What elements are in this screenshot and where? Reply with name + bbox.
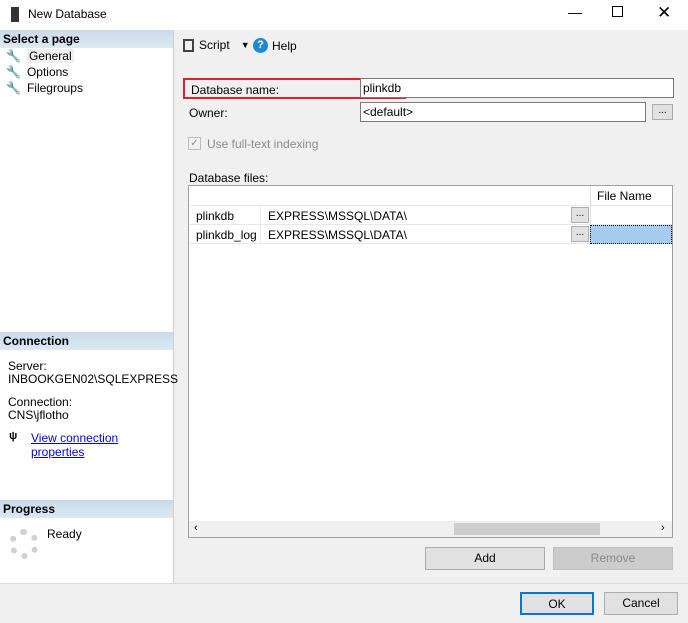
script-icon	[183, 38, 194, 52]
server-value: INBOOKGEN02\SQLEXPRESS	[8, 372, 179, 386]
scroll-left-icon[interactable]: ‹	[194, 522, 198, 534]
progress-status: Ready	[47, 527, 82, 541]
owner-browse-button[interactable]: ...	[652, 104, 673, 120]
owner-input[interactable]: <default>	[360, 102, 646, 122]
file-name-cell[interactable]	[590, 206, 672, 225]
wrench-icon: 🔧	[6, 81, 21, 95]
page-general[interactable]: 🔧 General	[6, 49, 74, 63]
fulltext-checkbox[interactable]: ✓ Use full-text indexing	[188, 137, 318, 151]
wrench-icon: 🔧	[6, 49, 21, 63]
remove-button[interactable]: Remove	[553, 547, 673, 570]
fulltext-label: Use full-text indexing	[207, 137, 319, 151]
connection-value: CNS\jflotho	[8, 408, 69, 422]
server-icon	[11, 7, 19, 22]
minimize-button[interactable]: —	[568, 4, 582, 20]
ok-button[interactable]: OK	[520, 592, 594, 615]
file-name-cell-selected[interactable]	[590, 225, 672, 244]
dropdown-arrow-icon[interactable]: ▼	[241, 40, 250, 50]
title-bar: New Database — ✕	[0, 0, 688, 30]
page-label: General	[26, 49, 74, 63]
path-cell: EXPRESS\MSSQL\DATA\	[260, 206, 414, 224]
select-page-header: Select a page	[0, 30, 173, 48]
help-label: Help	[272, 38, 297, 53]
page-label: Filegroups	[26, 81, 83, 95]
column-header-file-name[interactable]: File Name	[590, 186, 658, 206]
logical-name: plinkdb_log	[196, 228, 257, 242]
help-icon: ?	[253, 38, 268, 53]
table-row[interactable]: plinkdb EXPRESS\MSSQL\DATA\ ...	[189, 206, 672, 225]
script-label: Script	[199, 38, 230, 52]
script-button[interactable]: Script ▼	[183, 38, 250, 52]
view-connection-properties-link[interactable]: View connection properties	[31, 431, 173, 459]
spinner-icon	[9, 529, 39, 559]
help-button[interactable]: ? Help	[253, 38, 297, 53]
sidebar: Select a page 🔧 General 🔧 Options 🔧 Filegro…	[0, 30, 178, 583]
table-row[interactable]: plinkdb_log EXPRESS\MSSQL\DATA\ ...	[189, 225, 672, 244]
checkbox-icon: ✓	[188, 137, 201, 150]
path-browse-button[interactable]: ...	[571, 226, 589, 242]
path-cell: EXPRESS\MSSQL\DATA\	[260, 225, 414, 243]
progress-header: Progress	[0, 500, 173, 518]
database-files-grid: File Name plinkdb EXPRESS\MSSQL\DATA\ ..…	[188, 185, 673, 538]
horizontal-scrollbar[interactable]: ‹ ›	[189, 521, 672, 537]
database-files-label: Database files:	[189, 171, 269, 185]
connection-header: Connection	[0, 332, 173, 350]
add-button[interactable]: Add	[425, 547, 545, 570]
maximize-button[interactable]	[612, 6, 623, 17]
owner-label: Owner:	[189, 106, 228, 120]
page-filegroups[interactable]: 🔧 Filegroups	[6, 81, 83, 95]
cancel-button[interactable]: Cancel	[604, 592, 678, 615]
wrench-icon: 🔧	[6, 65, 21, 79]
window-title: New Database	[28, 7, 107, 21]
path-browse-button[interactable]: ...	[571, 207, 589, 223]
scrollbar-thumb[interactable]	[454, 523, 600, 535]
server-label: Server:	[8, 359, 47, 373]
logical-name: plinkdb	[196, 209, 235, 223]
page-options[interactable]: 🔧 Options	[6, 65, 68, 79]
grid-header: File Name	[189, 186, 672, 206]
close-button[interactable]: ✕	[657, 3, 671, 23]
database-name-input[interactable]: plinkdb	[360, 78, 674, 98]
plug-icon: ψ	[9, 430, 18, 442]
scroll-right-icon[interactable]: ›	[661, 522, 665, 534]
page-label: Options	[26, 65, 69, 79]
connection-label: Connection:	[8, 395, 73, 409]
